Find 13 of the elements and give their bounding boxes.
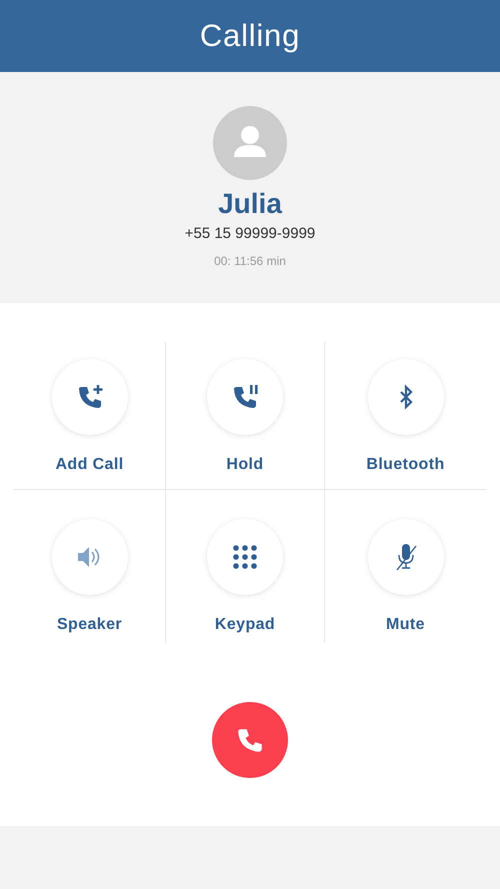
action-label: Hold [226,455,264,475]
action-label: Bluetooth [366,455,445,475]
header-title: Calling [200,16,300,55]
action-label: Keypad [214,615,276,635]
action-label: Add Call [55,455,124,475]
phone-number: +55 15 99999-9999 [184,224,316,244]
action-label: Speaker [56,615,122,635]
phone-pause-icon [231,383,259,411]
keypad-icon [231,543,259,571]
call-duration: 00: 11:56 min [214,252,286,270]
avatar-icon [213,106,287,180]
action-label: Mute [386,615,425,635]
contact-name: Julia [218,187,282,221]
